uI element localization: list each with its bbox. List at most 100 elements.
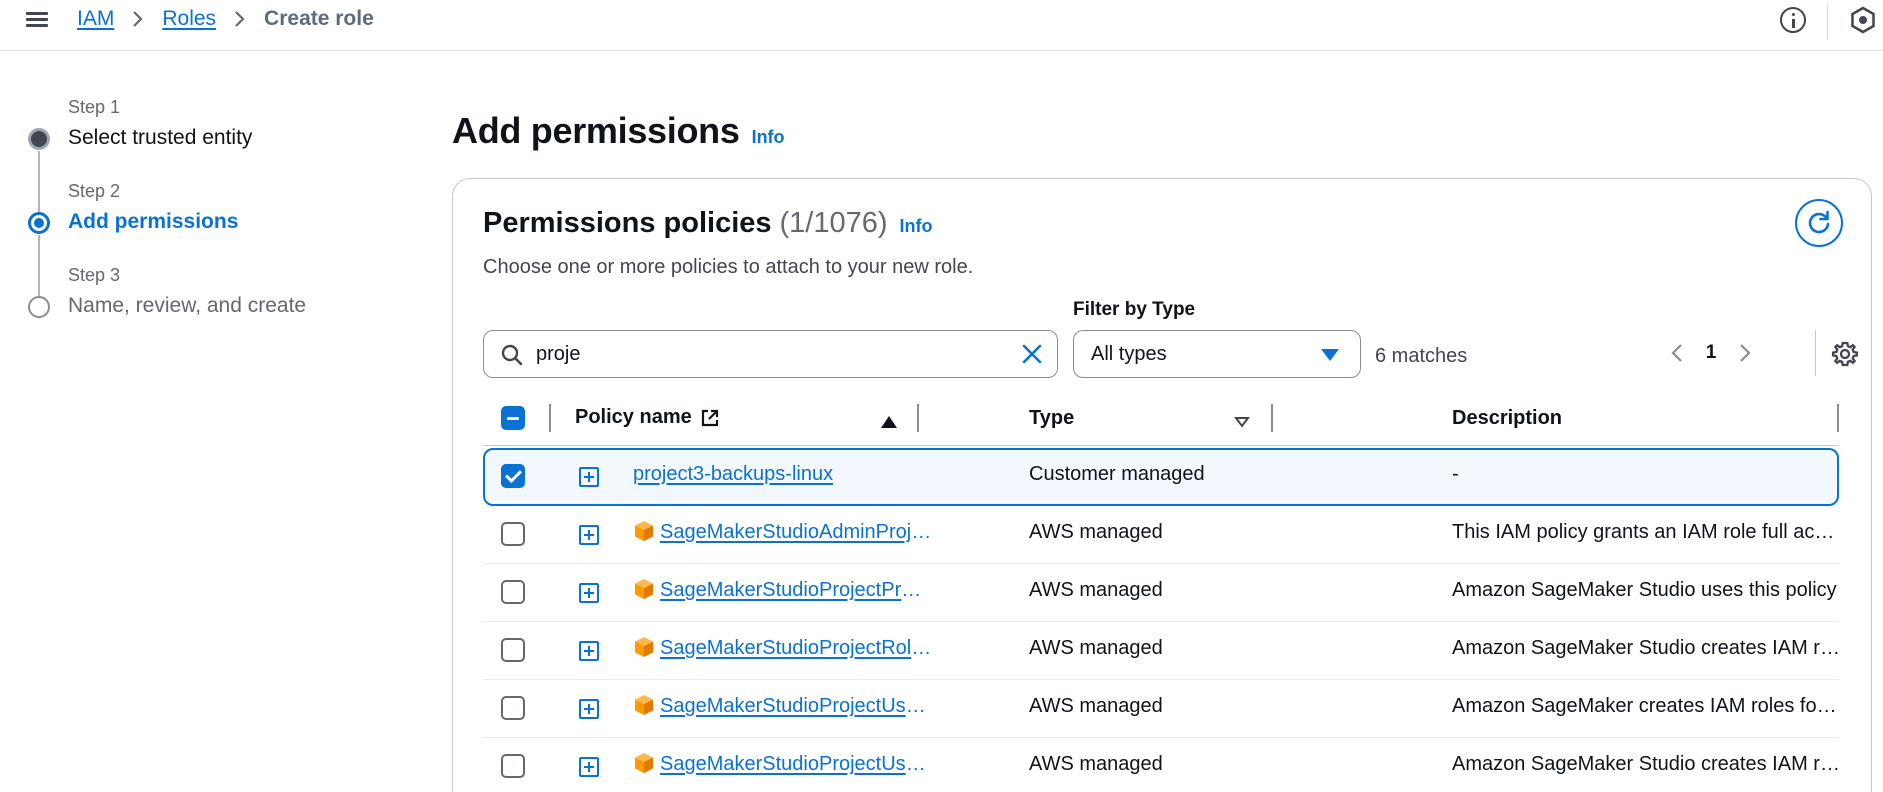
policy-name-link[interactable]: SageMakerStudioProjectUserRolePolicy [660,753,932,776]
aws-cube-icon [635,753,653,773]
search-icon [500,343,524,372]
info-icon[interactable] [1780,7,1806,33]
aws-cube-icon [635,637,653,657]
row-checkbox[interactable] [501,754,525,778]
page-header: Add permissions Info [452,110,785,152]
policy-type: AWS managed [1029,579,1163,601]
policy-name-link[interactable]: SageMakerStudioProjectUserRolePermission… [660,695,932,718]
next-page-icon[interactable] [1735,335,1755,371]
step-label[interactable]: Select trusted entity [68,123,408,153]
expand-icon[interactable] [579,467,599,487]
row-checkbox[interactable] [501,464,525,488]
hexagon-icon[interactable] [1849,6,1877,34]
column-label: Policy name [575,406,692,428]
policy-description: Amazon SageMaker creates IAM roles for u… [1452,695,1842,717]
table-row[interactable]: SageMakerStudioProjectUserRolePermission… [483,680,1842,738]
policy-type: AWS managed [1029,637,1163,659]
top-navigation: IAM Roles Create role [0,0,1883,51]
policies-table: Policy name Type Description project3-ba… [483,394,1842,792]
column-separator [549,404,551,432]
refresh-icon [1808,210,1830,234]
expand-icon[interactable] [579,757,599,777]
refresh-button[interactable] [1795,199,1843,247]
policy-type: AWS managed [1029,695,1163,717]
panel-count: (1/1076) [779,207,888,239]
column-label: Type [1029,407,1075,429]
panel-description: Choose one or more policies to attach to… [483,256,974,278]
column-label: Description [1452,407,1563,429]
step-number: Step 2 [68,181,121,201]
type-filter-select[interactable]: All types [1073,330,1361,378]
chevron-right-icon [132,10,144,28]
table-row[interactable]: SageMakerStudioAdminProjectUserRolePolic… [483,506,1842,564]
expand-icon[interactable] [579,525,599,545]
panel-header: Permissions policies (1/1076) Info [483,207,933,240]
expand-icon[interactable] [579,699,599,719]
sort-icon[interactable] [1234,416,1250,428]
close-icon[interactable] [1020,342,1044,371]
type-filter-value: All types [1091,343,1167,365]
row-checkbox[interactable] [501,638,525,662]
policy-description: Amazon SageMaker Studio uses this policy [1452,579,1837,601]
step-3: Step 3 Name, review, and create [28,263,408,347]
breadcrumb: IAM Roles Create role [77,7,374,31]
policy-description: This IAM policy grants an IAM role full … [1452,521,1842,543]
matches-count: 6 matches [1375,345,1468,367]
row-checkbox[interactable] [501,696,525,720]
policy-name-link[interactable]: SageMakerStudioProjectRoleMachineLearnin… [660,637,932,660]
current-page[interactable]: 1 [1687,342,1735,364]
select-all-checkbox[interactable] [501,406,525,430]
column-description[interactable]: Description [1452,407,1562,430]
search-input[interactable] [536,339,996,369]
policy-description: Amazon SageMaker Studio creates IAM role… [1452,753,1842,775]
policy-name-link[interactable]: SageMakerStudioProjectProvisioningRolePo… [660,579,932,602]
expand-icon[interactable] [579,641,599,661]
row-checkbox[interactable] [501,522,525,546]
row-checkbox[interactable] [501,580,525,604]
policy-type: AWS managed [1029,521,1163,543]
gear-icon[interactable] [1831,340,1859,368]
policy-type: Customer managed [1029,463,1205,485]
hamburger-icon[interactable] [24,8,50,30]
filter-type-label: Filter by Type [1073,299,1196,320]
table-row[interactable]: SageMakerStudioProjectUserRolePolicy AWS… [483,738,1842,792]
step-todo-icon [28,296,50,318]
column-separator [917,404,919,432]
column-separator [1837,404,1839,432]
wizard-steps: Step 1 Select trusted entity Step 2 Add … [28,95,408,347]
aws-cube-icon [635,695,653,715]
step-label: Name, review, and create [68,294,307,317]
column-separator [1271,404,1273,432]
previous-page-icon[interactable] [1667,335,1687,371]
policy-name-link[interactable]: project3-backups-linux [633,463,1013,486]
policy-type: AWS managed [1029,753,1163,775]
column-type[interactable]: Type [1029,407,1074,430]
pagination: 1 [1667,335,1755,371]
aws-cube-icon [635,521,653,541]
expand-icon[interactable] [579,583,599,603]
panel-title: Permissions policies [483,207,772,239]
table-row[interactable]: project3-backups-linux Customer managed … [483,448,1839,506]
policy-name-link[interactable]: SageMakerStudioAdminProjectUserRolePolic… [660,521,932,544]
step-label: Add permissions [68,210,239,233]
caret-down-icon [1321,349,1339,361]
policy-search [483,330,1058,378]
breadcrumb-roles[interactable]: Roles [162,7,216,31]
step-done-icon [28,128,50,150]
step-current-icon [28,212,50,234]
sort-ascending-icon[interactable] [880,415,898,429]
permissions-policies-panel: Permissions policies (1/1076) Info Choos… [452,178,1872,792]
step-number: Step 3 [68,265,121,285]
step-1: Step 1 Select trusted entity [28,95,408,213]
page-title: Add permissions [452,110,740,151]
page-info-link[interactable]: Info [752,127,785,148]
column-policy-name[interactable]: Policy name [575,406,720,429]
policy-description: Amazon SageMaker Studio creates IAM role… [1452,637,1842,659]
pager-divider [1815,330,1816,376]
table-row[interactable]: SageMakerStudioProjectRoleMachineLearnin… [483,622,1842,680]
table-header: Policy name Type Description [483,394,1839,446]
panel-info-link[interactable]: Info [900,216,933,237]
table-row[interactable]: SageMakerStudioProjectProvisioningRolePo… [483,564,1839,622]
breadcrumb-iam[interactable]: IAM [77,7,114,31]
topbar-divider [1827,2,1828,40]
